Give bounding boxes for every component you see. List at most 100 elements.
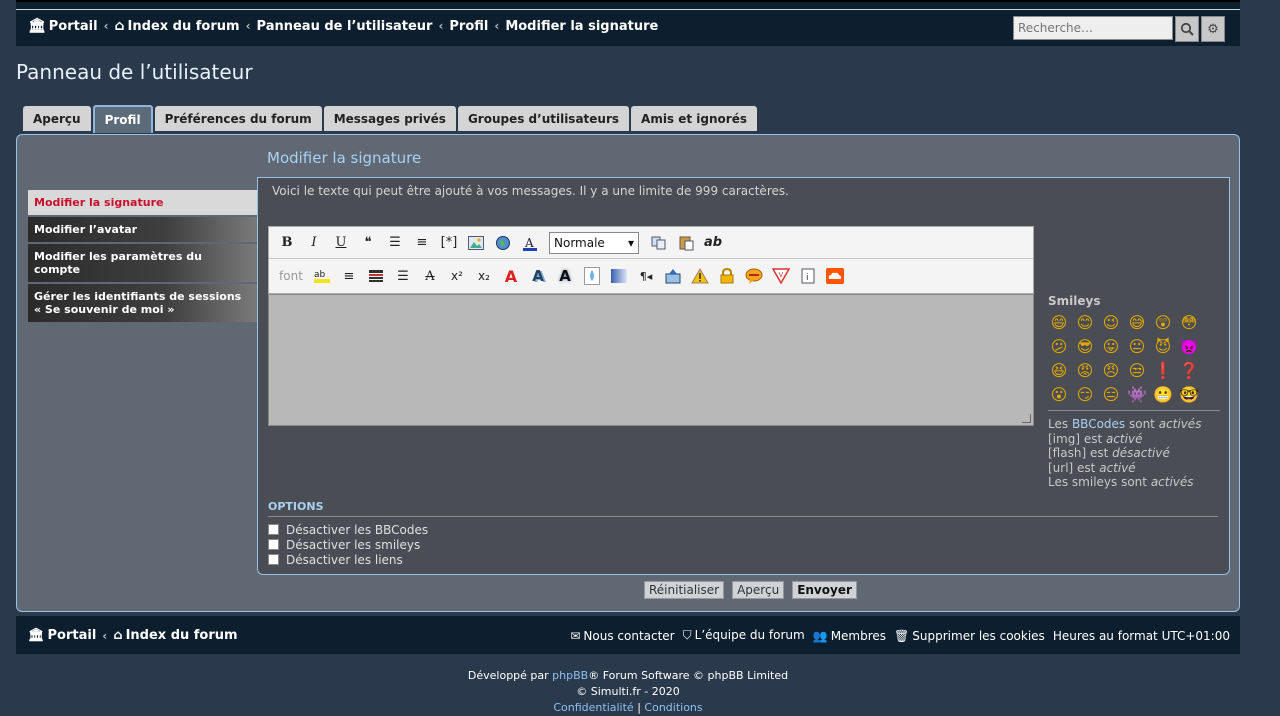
smiley-icon[interactable]: 😈 xyxy=(1152,335,1174,357)
submit-button[interactable]: Envoyer xyxy=(792,581,857,599)
smiley-icon[interactable]: 👾 xyxy=(1126,383,1148,405)
crumb-portal[interactable]: Portail xyxy=(49,19,98,34)
preview-button[interactable]: Aperçu xyxy=(732,581,785,599)
smiley-icon[interactable]: 😛 xyxy=(1100,335,1122,357)
direction-icon[interactable]: ¶◂ xyxy=(634,265,658,287)
footer-breadcrumb: 🏛 Portail ‹ ⌂ Index du forum xyxy=(28,628,238,643)
smiley-icon[interactable]: 😑 xyxy=(1100,383,1122,405)
tab-preferences[interactable]: Préférences du forum xyxy=(154,106,322,131)
italic-button[interactable]: I xyxy=(302,232,326,254)
bold-button[interactable]: B xyxy=(275,232,299,254)
smiley-icon[interactable]: 😎 xyxy=(1074,335,1096,357)
reset-button[interactable]: Réinitialiser xyxy=(644,581,725,599)
smiley-icon[interactable]: ❗ xyxy=(1152,359,1174,381)
smiley-icon[interactable]: 😉 xyxy=(1100,311,1122,333)
upload-icon[interactable] xyxy=(661,265,685,287)
spoiler-triangle-icon[interactable]: V xyxy=(769,265,793,287)
smiley-icon[interactable]: 🤓 xyxy=(1178,383,1200,405)
smiley-icon[interactable]: 😠 xyxy=(1100,359,1122,381)
align-right-icon[interactable]: ☰ xyxy=(391,265,415,287)
option-disable-links[interactable]: Désactiver les liens xyxy=(268,552,428,567)
checkbox[interactable] xyxy=(268,524,279,535)
numbered-list-icon[interactable]: ≡ xyxy=(410,232,434,254)
smiley-icon[interactable]: 😐 xyxy=(1126,335,1148,357)
menu-item-sessions[interactable]: Gérer les identifiants de sessions « Se … xyxy=(28,284,257,322)
smiley-icon[interactable]: 😒 xyxy=(1126,359,1148,381)
smiley-icon[interactable]: 😄 xyxy=(1048,311,1070,333)
smiley-icon[interactable]: 😆 xyxy=(1048,359,1070,381)
font-size-select[interactable]: Normale ▾ xyxy=(549,231,639,254)
crumb-signature[interactable]: Modifier la signature xyxy=(505,19,658,34)
phpbb-link[interactable]: phpBB xyxy=(552,669,588,682)
contact-link[interactable]: ✉ Nous contacter xyxy=(570,629,674,643)
tab-usergroups[interactable]: Groupes d’utilisateurs xyxy=(457,106,630,131)
copy-icon[interactable] xyxy=(647,232,671,254)
bbcodes-link[interactable]: BBCodes xyxy=(1072,417,1125,431)
delete-cookies-link[interactable]: 🗑 Supprimer les cookies xyxy=(894,629,1045,643)
image-icon[interactable] xyxy=(464,232,488,254)
advanced-search-button[interactable]: ⚙ xyxy=(1201,16,1225,42)
search-input[interactable] xyxy=(1013,16,1173,40)
speech-bubble-icon[interactable] xyxy=(742,265,766,287)
checkbox[interactable] xyxy=(268,539,279,550)
blur-a-icon[interactable]: A xyxy=(553,265,577,287)
smiley-icon[interactable]: 😅 xyxy=(1126,311,1148,333)
footer-crumb-index[interactable]: Index du forum xyxy=(126,628,238,643)
tab-profile[interactable]: Profil xyxy=(92,105,153,133)
ucp-tabs: Aperçu Profil Préférences du forum Messa… xyxy=(23,105,759,133)
warning-icon[interactable] xyxy=(688,265,712,287)
smiley-icon[interactable]: 😬 xyxy=(1152,383,1174,405)
crumb-ucp[interactable]: Panneau de l’utilisateur xyxy=(257,19,433,34)
font-family-button[interactable]: font xyxy=(275,265,307,287)
crumb-index[interactable]: Index du forum xyxy=(128,19,240,34)
underline-button[interactable]: U xyxy=(329,232,353,254)
resize-handle[interactable] xyxy=(1022,414,1031,423)
checkbox[interactable] xyxy=(268,554,279,565)
subscript-icon[interactable]: x₂ xyxy=(472,265,496,287)
smiley-icon[interactable]: 😏 xyxy=(1074,383,1096,405)
highlight-icon[interactable]: ab xyxy=(310,265,334,287)
opacity-drop-icon[interactable] xyxy=(580,265,604,287)
bullet-list-icon[interactable]: ☰ xyxy=(383,232,407,254)
list-item-button[interactable]: [*] xyxy=(437,232,461,254)
option-disable-smileys[interactable]: Désactiver les smileys xyxy=(268,537,428,552)
align-justify-icon[interactable] xyxy=(364,265,388,287)
menu-item-account-settings[interactable]: Modifier les paramètres du compte xyxy=(28,244,257,282)
crumb-profile[interactable]: Profil xyxy=(449,19,488,34)
smiley-icon[interactable]: 😲 xyxy=(1152,311,1174,333)
option-disable-bbcode[interactable]: Désactiver les BBCodes xyxy=(268,522,428,537)
paste-icon[interactable] xyxy=(674,232,698,254)
gradient-icon[interactable] xyxy=(607,265,631,287)
tab-overview[interactable]: Aperçu xyxy=(23,106,91,131)
glow-a-icon[interactable]: A xyxy=(499,265,523,287)
strikethrough-ab-button[interactable]: ab xyxy=(701,232,725,254)
terms-link[interactable]: Conditions xyxy=(644,701,702,714)
footer-crumb-portal[interactable]: Portail xyxy=(48,628,97,643)
tab-private-messages[interactable]: Messages privés xyxy=(323,106,456,131)
align-center-icon[interactable]: ≡ xyxy=(337,265,361,287)
soundcloud-icon[interactable] xyxy=(823,265,847,287)
smiley-icon[interactable]: 😳 xyxy=(1178,311,1200,333)
privacy-link[interactable]: Confidentialité xyxy=(553,701,633,714)
tab-friends-foes[interactable]: Amis et ignorés xyxy=(631,106,757,131)
search-button[interactable] xyxy=(1175,16,1199,42)
menu-item-avatar[interactable]: Modifier l’avatar xyxy=(28,217,257,242)
info-doc-icon[interactable]: i xyxy=(796,265,820,287)
smiley-icon[interactable]: 😊 xyxy=(1074,311,1096,333)
font-color-icon[interactable]: A xyxy=(518,232,542,254)
smiley-icon[interactable]: 😮 xyxy=(1048,383,1070,405)
members-link[interactable]: 👥 Membres xyxy=(813,629,886,643)
smiley-icon[interactable]: 😕 xyxy=(1048,335,1070,357)
smiley-icon[interactable]: ❓ xyxy=(1178,359,1200,381)
strike-a-icon[interactable]: A xyxy=(418,265,442,287)
shadow-a-icon[interactable]: A xyxy=(526,265,550,287)
signature-textarea[interactable] xyxy=(268,294,1034,426)
quote-link-icon[interactable]: ❝ xyxy=(356,232,380,254)
url-globe-icon[interactable] xyxy=(491,232,515,254)
lock-icon[interactable] xyxy=(715,265,739,287)
team-link[interactable]: ⛉ L’équipe du forum xyxy=(683,628,805,643)
smiley-icon[interactable]: 👿 xyxy=(1178,335,1200,357)
smiley-icon[interactable]: 😡 xyxy=(1074,359,1096,381)
menu-item-signature[interactable]: Modifier la signature xyxy=(28,190,257,215)
superscript-icon[interactable]: x² xyxy=(445,265,469,287)
